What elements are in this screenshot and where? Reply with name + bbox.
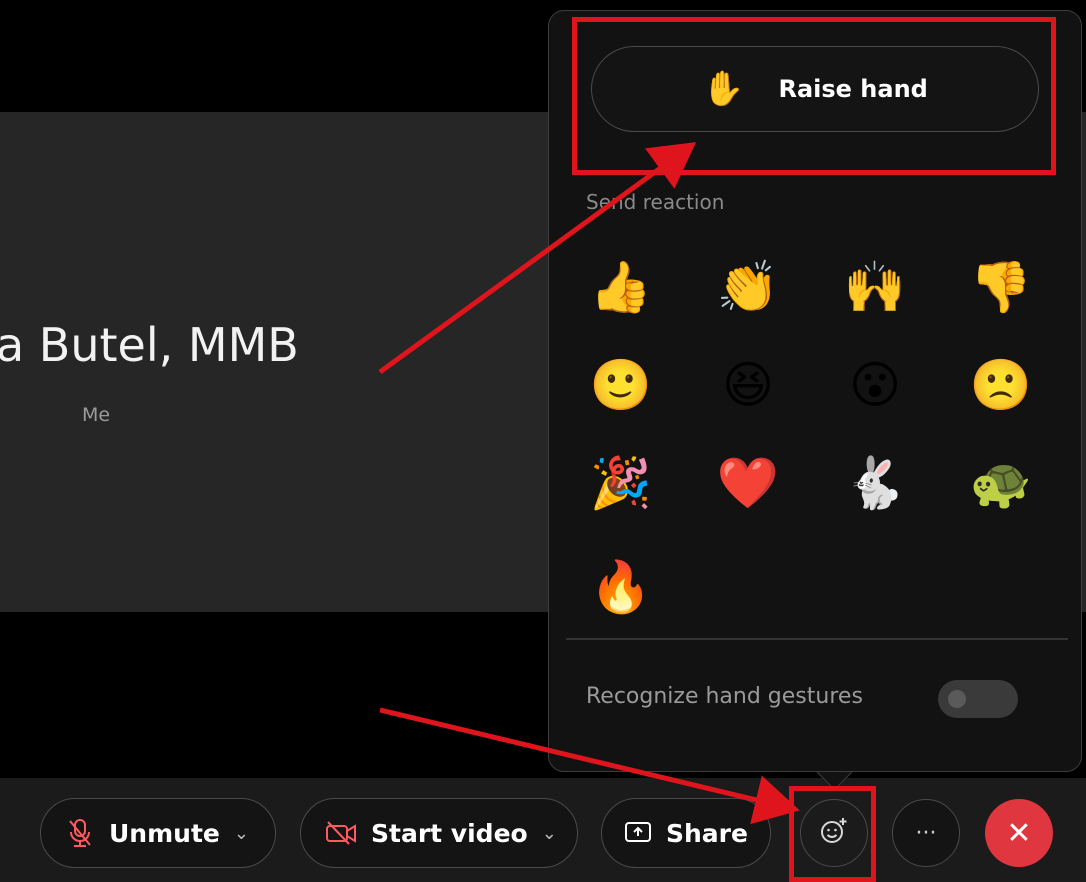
- annotation-arrows: [378, 142, 800, 825]
- arrow-to-raise-hand: [378, 142, 697, 375]
- meeting-window: a Butel, MMB Me Unmute ⌄ Start video ⌄ S…: [0, 0, 1086, 882]
- arrow-to-reactions-button: [379, 707, 800, 825]
